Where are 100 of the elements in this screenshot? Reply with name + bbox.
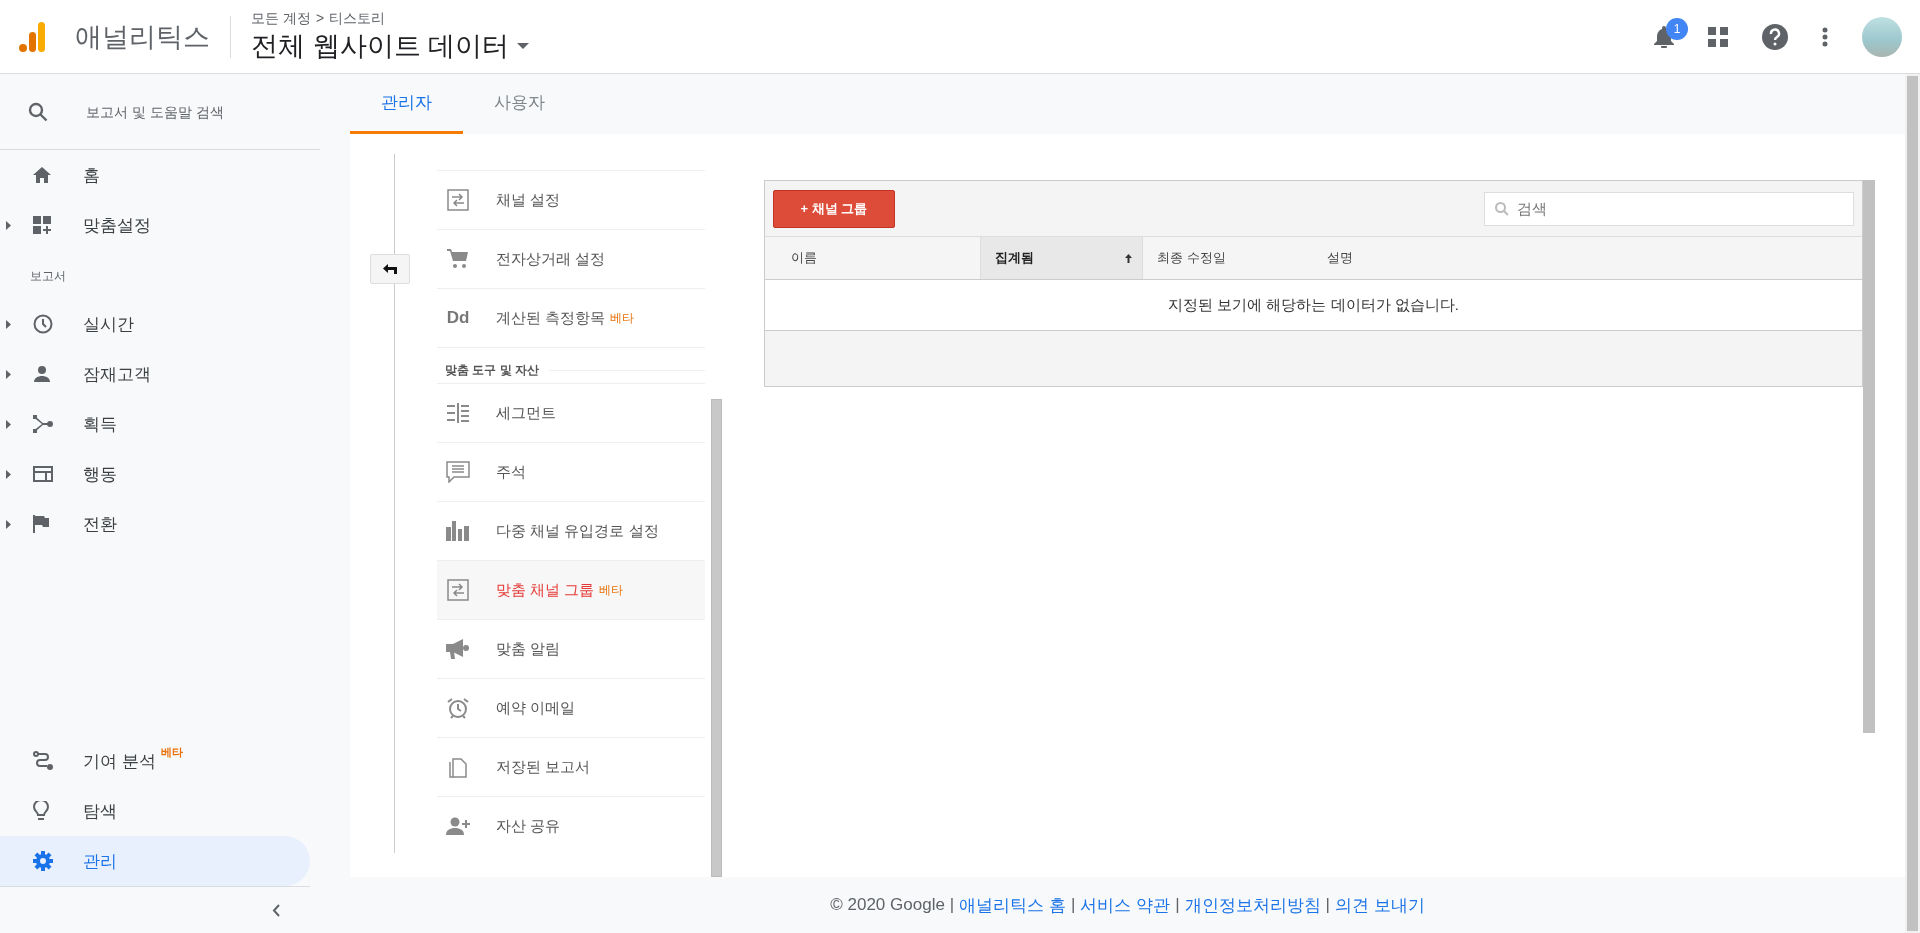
megaphone-icon (446, 639, 470, 659)
sidebar-label: 행동 (83, 463, 117, 486)
separator: | (1071, 895, 1076, 915)
beta-label: 베타 (610, 309, 635, 327)
cart-icon (447, 249, 469, 269)
admin-menu-item[interactable]: 저장된 보고서 (437, 737, 705, 796)
separator: | (949, 895, 955, 915)
sidebar-label: 전환 (83, 513, 117, 536)
breadcrumb-link[interactable]: 티스토리 (329, 9, 386, 28)
notification-badge: 1 (1666, 17, 1688, 40)
admin-menu-item[interactable]: Dd 계산된 측정항목 베타 (437, 288, 705, 347)
breadcrumb-link[interactable]: 모든 계정 (251, 9, 311, 28)
expand-triangle-icon (5, 419, 11, 429)
footer-link[interactable]: 개인정보처리방침 (1184, 893, 1321, 917)
arrows-box-icon (447, 189, 469, 211)
menu-label: 세그먼트 (496, 403, 556, 423)
separator: | (1325, 895, 1330, 915)
column-header[interactable]: 설명 (1313, 237, 1862, 279)
sidebar-item[interactable]: 기여 분석 베타 (0, 736, 310, 786)
sidebar-item[interactable]: 행동 (0, 449, 310, 499)
flag-icon (33, 515, 49, 533)
route-icon (33, 751, 53, 771)
sidebar-label: 탐색 (83, 800, 117, 823)
bell-icon[interactable] (1654, 25, 1674, 48)
sort-arrow-icon (1125, 253, 1132, 263)
add-person-icon (446, 817, 470, 835)
scrollbar-thumb[interactable] (711, 399, 722, 877)
separator: | (1175, 895, 1180, 915)
admin-menu-item[interactable]: 세그먼트 (437, 383, 705, 442)
alarm-clock-icon (446, 697, 470, 719)
footer-link[interactable]: 애널리틱스 홈 (959, 893, 1066, 917)
admin-menu-item[interactable]: 채널 설정 (437, 170, 705, 229)
expand-triangle-icon (5, 519, 11, 529)
settings-icon (33, 851, 53, 871)
menu-label: 예약 이메일 (496, 698, 576, 718)
sidebar-label: 맞춤설정 (83, 214, 151, 237)
scrollbar-thumb[interactable] (1907, 76, 1918, 931)
sidebar-item[interactable]: 맞춤설정 (0, 200, 310, 250)
sidebar-item[interactable]: 탐색 (0, 786, 310, 836)
add-channel-group-button[interactable]: + 채널 그룹 (773, 189, 895, 228)
comment-icon (446, 461, 470, 483)
dropdown-caret-icon (517, 42, 529, 49)
admin-menu-item[interactable]: 맞춤 알림 (437, 619, 705, 678)
column-header[interactable]: 최종 수정일 (1143, 237, 1313, 279)
sidebar-item[interactable]: 획득 (0, 399, 310, 449)
product-name: 애널리틱스 (75, 20, 210, 54)
menu-label: 맞춤 채널 그룹 (496, 580, 595, 600)
more-vertical-icon[interactable] (1822, 26, 1828, 47)
breadcrumb-separator: > (315, 9, 325, 28)
arrows-box-icon (447, 579, 469, 601)
sidebar-item[interactable]: 실시간 (0, 299, 310, 349)
scrollbar-thumb[interactable] (1863, 180, 1875, 733)
expand-triangle-icon (5, 369, 11, 379)
column-header[interactable]: 이름 (765, 237, 980, 279)
footer-link[interactable]: 서비스 약관 (1080, 893, 1171, 917)
section-label: 보고서 (29, 268, 67, 285)
footer-link[interactable]: 의견 보내기 (1335, 893, 1425, 917)
branch-icon (33, 415, 53, 433)
search-field[interactable]: 검색 (1484, 191, 1854, 226)
apps-grid-icon[interactable] (1708, 26, 1728, 47)
lightbulb-icon (33, 801, 49, 821)
admin-menu-item[interactable]: 전자상거래 설정 (437, 229, 705, 288)
back-arrow-icon (383, 264, 397, 274)
sidebar-item[interactable]: 홈 (0, 150, 310, 200)
copyright-text: © 2020 Google (830, 895, 945, 915)
sidebar-label: 기여 분석 (83, 750, 156, 773)
dashboard-icon (33, 216, 51, 234)
column-header[interactable]: 집계됨 (980, 237, 1143, 279)
sidebar-label: 홈 (83, 164, 100, 187)
search-input[interactable]: 보고서 및 도움말 검색 (84, 102, 288, 121)
expand-triangle-icon (5, 220, 11, 230)
segment-icon (447, 403, 469, 423)
sidebar-label: 획득 (83, 413, 117, 436)
back-button[interactable] (370, 254, 410, 284)
search-field[interactable]: 보고서 및 도움말 검색 (0, 74, 320, 150)
sidebar-item[interactable]: 전환 (0, 499, 310, 549)
home-icon (33, 167, 51, 183)
menu-label: 맞춤 알림 (496, 639, 561, 659)
menu-label: 다중 채널 유입경로 설정 (496, 521, 659, 541)
layout-icon (33, 466, 53, 482)
collapse-chevron-icon[interactable] (272, 903, 280, 917)
sidebar-item[interactable]: 잠재고객 (0, 349, 310, 399)
admin-menu-item[interactable]: 맞춤 채널 그룹 베타 (437, 560, 705, 619)
search-icon (1495, 201, 1509, 216)
clock-icon (33, 314, 53, 334)
admin-menu-item[interactable]: 주석 (437, 442, 705, 501)
admin-menu-item[interactable]: 예약 이메일 (437, 678, 705, 737)
view-selector[interactable]: 전체 웹사이트 데이터 (251, 27, 529, 64)
beta-label: 베타 (599, 581, 624, 599)
help-icon[interactable] (1762, 23, 1788, 50)
document-icon (449, 756, 467, 778)
menu-label: 전자상거래 설정 (496, 249, 606, 269)
expand-triangle-icon (5, 319, 11, 329)
bar-chart-icon (446, 521, 470, 541)
sidebar-item[interactable]: 관리 (0, 836, 310, 886)
admin-menu-item[interactable]: 자산 공유 (437, 796, 705, 855)
expand-triangle-icon (5, 469, 11, 479)
sidebar-label: 잠재고객 (83, 363, 151, 386)
menu-label: 채널 설정 (496, 190, 561, 210)
section-title: 맞춤 도구 및 자산 (445, 362, 539, 379)
